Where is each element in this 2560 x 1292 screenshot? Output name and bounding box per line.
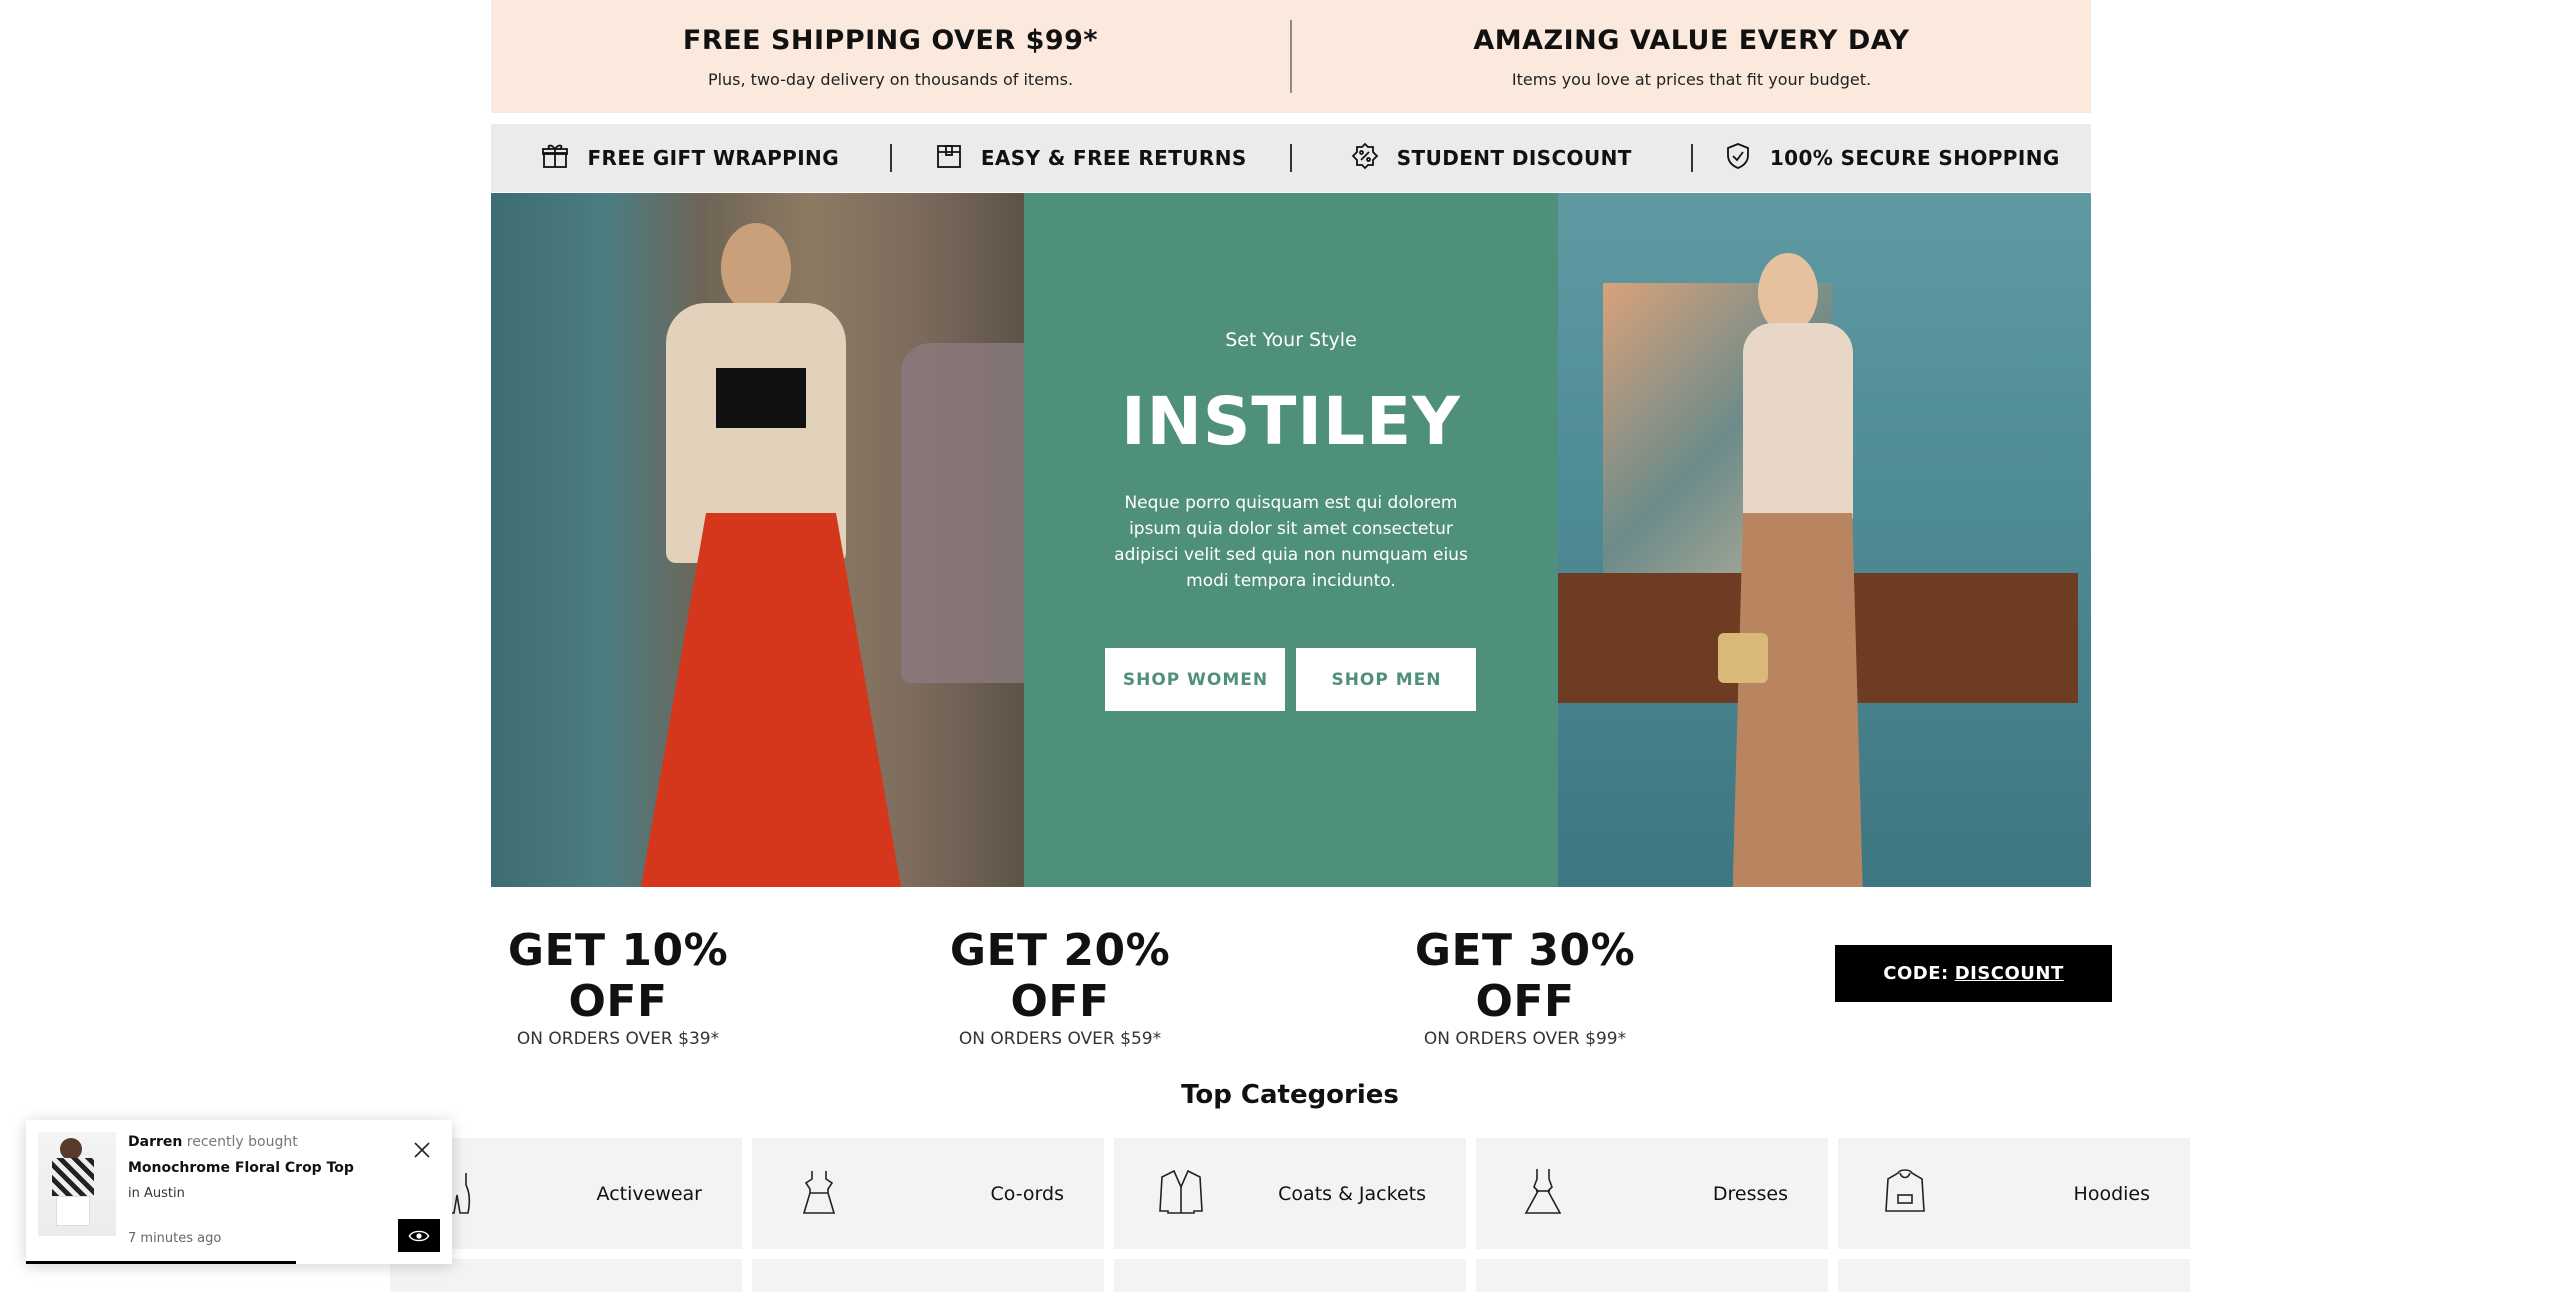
category-dresses[interactable]: Dresses bbox=[1476, 1138, 1828, 1249]
discount-tier-2-headline: GET 20% OFF bbox=[910, 925, 1210, 1027]
discount-tier-2-sub: ON ORDERS OVER $59* bbox=[958, 1029, 1162, 1049]
feature-gift-wrapping-label: FREE GIFT WRAPPING bbox=[587, 146, 840, 170]
category-label: Hoodies bbox=[2073, 1182, 2150, 1205]
discount-tier-3-headline: GET 30% OFF bbox=[1375, 925, 1675, 1027]
popup-info: Darren recently bought Monochrome Floral… bbox=[128, 1132, 440, 1252]
dress-icon bbox=[1516, 1165, 1570, 1223]
discount-tier-2: GET 20% OFF ON ORDERS OVER $59* bbox=[910, 925, 1210, 1049]
hero-eyebrow: Set Your Style bbox=[1225, 329, 1357, 351]
buyer-name: Darren bbox=[128, 1134, 183, 1150]
promo-amazing-value: AMAZING VALUE EVERY DAY Items you love a… bbox=[1292, 0, 2091, 113]
hero-brand-title: INSTILEY bbox=[1121, 383, 1461, 460]
category-tile[interactable] bbox=[752, 1259, 1104, 1292]
promo-amazing-value-title: AMAZING VALUE EVERY DAY bbox=[1473, 24, 1910, 56]
jacket-icon bbox=[1154, 1165, 1208, 1223]
feature-gift-wrapping: FREE GIFT WRAPPING bbox=[491, 142, 890, 174]
promo-free-shipping: FREE SHIPPING OVER $99* Plus, two-day de… bbox=[491, 0, 1290, 113]
promo-free-shipping-subtitle: Plus, two-day delivery on thousands of i… bbox=[707, 69, 1074, 89]
hero-image-men[interactable] bbox=[1557, 193, 2091, 887]
recent-purchase-popup[interactable]: Darren recently bought Monochrome Floral… bbox=[26, 1120, 452, 1264]
promo-free-shipping-title: FREE SHIPPING OVER $99* bbox=[682, 24, 1099, 56]
top-categories-title: Top Categories bbox=[1181, 1080, 1399, 1110]
discount-code-banner[interactable]: CODE: DISCOUNT bbox=[1835, 945, 2112, 1002]
shop-women-button[interactable]: SHOP WOMEN bbox=[1105, 648, 1286, 711]
discount-badge-icon bbox=[1351, 142, 1379, 174]
hero-image-women[interactable] bbox=[491, 193, 1025, 887]
category-hoodies[interactable]: Hoodies bbox=[1838, 1138, 2190, 1249]
buyer-action: recently bought bbox=[186, 1134, 298, 1150]
features-bar: FREE GIFT WRAPPING EASY & FREE RETURNS S… bbox=[491, 124, 2091, 192]
eye-icon[interactable] bbox=[398, 1219, 440, 1252]
hero-buttons: SHOP WOMEN SHOP MEN bbox=[1105, 648, 1477, 711]
category-row bbox=[390, 1259, 2190, 1292]
category-label: Coats & Jackets bbox=[1278, 1182, 1426, 1205]
category-label: Dresses bbox=[1712, 1182, 1788, 1205]
feature-secure-shopping-label: 100% SECURE SHOPPING bbox=[1769, 146, 2060, 170]
shield-check-icon bbox=[1724, 142, 1752, 174]
category-tile[interactable] bbox=[1476, 1259, 1828, 1292]
hero-banner: Set Your Style INSTILEY Neque porro quis… bbox=[491, 193, 2091, 887]
category-coats-jackets[interactable]: Coats & Jackets bbox=[1114, 1138, 1466, 1249]
category-label: Co-ords bbox=[990, 1182, 1064, 1205]
promo-amazing-value-subtitle: Items you love at prices that fit your b… bbox=[1511, 69, 1872, 89]
close-icon[interactable] bbox=[410, 1138, 434, 1162]
feature-student-discount-label: STUDENT DISCOUNT bbox=[1396, 146, 1632, 170]
shop-men-button[interactable]: SHOP MEN bbox=[1296, 648, 1477, 711]
popup-progress-bar bbox=[26, 1261, 296, 1264]
category-tile[interactable] bbox=[1114, 1259, 1466, 1292]
discount-tier-1-headline: GET 10% OFF bbox=[468, 925, 768, 1027]
box-icon bbox=[935, 142, 963, 174]
gift-icon bbox=[541, 142, 569, 174]
buyer-location: in Austin bbox=[128, 1186, 185, 1201]
feature-returns: EASY & FREE RETURNS bbox=[892, 142, 1291, 174]
popup-buyer-line: Darren recently bought bbox=[128, 1134, 440, 1150]
feature-returns-label: EASY & FREE RETURNS bbox=[980, 146, 1247, 170]
category-co-ords[interactable]: Co-ords bbox=[752, 1138, 1104, 1249]
hoodie-icon bbox=[1878, 1165, 1932, 1223]
category-label: Activewear bbox=[596, 1182, 702, 1205]
purchase-time: 7 minutes ago bbox=[128, 1231, 222, 1246]
dress-coord-icon bbox=[792, 1165, 846, 1223]
discount-code[interactable]: DISCOUNT bbox=[1955, 963, 2064, 984]
feature-student-discount: STUDENT DISCOUNT bbox=[1292, 142, 1691, 174]
discount-tier-1: GET 10% OFF ON ORDERS OVER $39* bbox=[468, 925, 768, 1049]
category-grid: Activewear Co-ords Coats & Jackets Dress… bbox=[390, 1138, 2190, 1292]
discount-tier-1-sub: ON ORDERS OVER $39* bbox=[516, 1029, 720, 1049]
hero-center-panel: Set Your Style INSTILEY Neque porro quis… bbox=[1024, 193, 1558, 887]
category-tile[interactable] bbox=[1838, 1259, 2190, 1292]
promo-banner-top: FREE SHIPPING OVER $99* Plus, two-day de… bbox=[491, 0, 2091, 113]
code-prefix: CODE: bbox=[1883, 963, 1949, 984]
product-thumbnail[interactable] bbox=[38, 1132, 116, 1236]
hero-description: Neque porro quisquam est qui dolorem ips… bbox=[1114, 493, 1468, 591]
purchased-product-name[interactable]: Monochrome Floral Crop Top bbox=[128, 1160, 440, 1176]
feature-secure-shopping: 100% SECURE SHOPPING bbox=[1693, 142, 2092, 174]
discount-tier-3: GET 30% OFF ON ORDERS OVER $99* bbox=[1375, 925, 1675, 1049]
category-row: Activewear Co-ords Coats & Jackets Dress… bbox=[390, 1138, 2190, 1249]
discount-tier-3-sub: ON ORDERS OVER $99* bbox=[1423, 1029, 1627, 1049]
